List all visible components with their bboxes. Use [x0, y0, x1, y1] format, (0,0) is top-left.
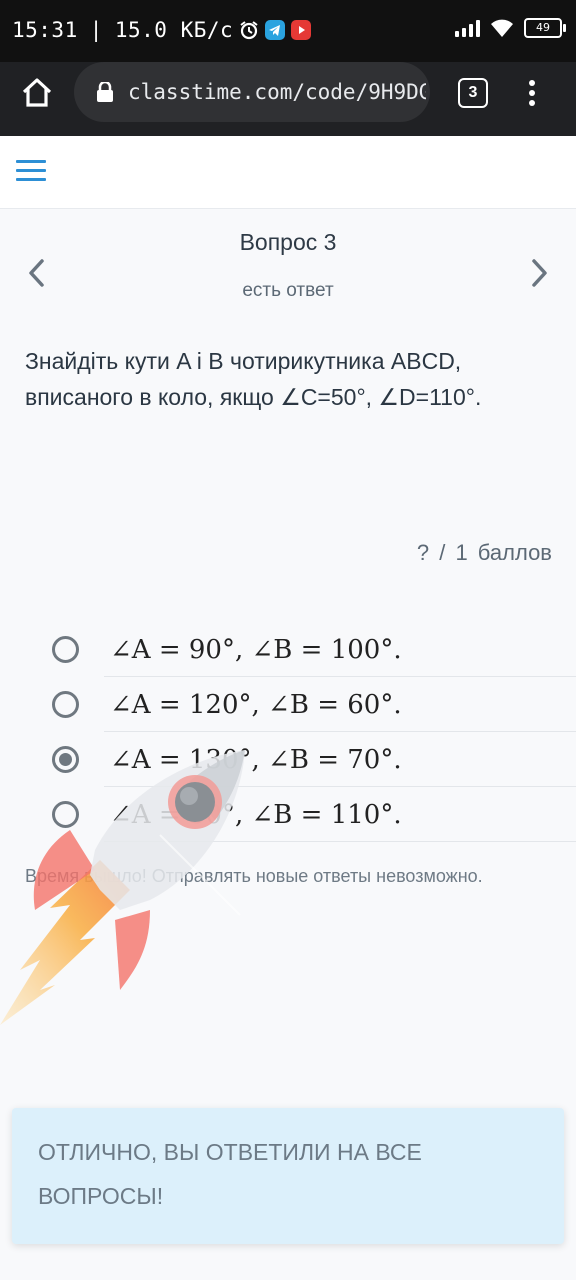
- signal-icon: [455, 19, 480, 37]
- status-bar: 15:31 | 15.0 КБ/с 49: [0, 0, 576, 62]
- question-title: Вопрос 3: [239, 229, 337, 255]
- answer-option-label: ∠A = 50°, ∠B = 110°.: [110, 800, 402, 830]
- wifi-icon: [491, 19, 513, 37]
- home-icon[interactable]: [20, 76, 54, 110]
- time-up-message: Время вышло! Отправлять новые ответы нев…: [25, 866, 483, 886]
- radio-button[interactable]: [52, 801, 79, 828]
- browser-toolbar: classtime.com/code/9H9DG8/ 3: [0, 62, 576, 136]
- lock-icon: [97, 82, 113, 102]
- success-toast: ОТЛИЧНО, ВЫ ОТВЕТИЛИ НА ВСЕ ВОПРОСЫ!: [12, 1108, 564, 1244]
- answer-option-label: ∠A = 130°, ∠B = 70°.: [110, 745, 402, 775]
- option-divider: [104, 841, 576, 842]
- answer-option[interactable]: ∠A = 50°, ∠B = 110°.: [0, 787, 576, 842]
- radio-button-selected[interactable]: [52, 746, 79, 773]
- more-vert-icon[interactable]: [524, 76, 540, 110]
- question-text: Знайдіть кути A і B чотирикутника ABCD, …: [25, 348, 482, 410]
- status-separator: |: [89, 18, 103, 42]
- hamburger-menu-icon[interactable]: [16, 160, 46, 184]
- status-left: 15:31 | 15.0 КБ/с: [12, 18, 312, 42]
- toast-message: ОТЛИЧНО, ВЫ ОТВЕТИЛИ НА ВСЕ ВОПРОСЫ!: [38, 1139, 422, 1209]
- address-bar[interactable]: classtime.com/code/9H9DG8/: [74, 62, 430, 122]
- tabs-icon[interactable]: 3: [458, 78, 488, 108]
- question-status: есть ответ: [242, 280, 334, 301]
- status-right: 49: [455, 18, 566, 38]
- answer-option-label: ∠A = 120°, ∠B = 60°.: [110, 690, 402, 720]
- battery-icon: 49: [524, 18, 566, 38]
- app-header: [0, 136, 576, 209]
- answer-options: ∠A = 90°, ∠B = 100°. ∠A = 120°, ∠B = 60°…: [0, 622, 576, 842]
- alarm-icon: [240, 21, 258, 40]
- radio-button[interactable]: [52, 636, 79, 663]
- answer-option[interactable]: ∠A = 90°, ∠B = 100°.: [0, 622, 576, 677]
- points-label: ? / 1 баллов: [416, 540, 552, 565]
- radio-button[interactable]: [52, 691, 79, 718]
- chevron-right-icon[interactable]: [524, 256, 554, 290]
- answer-option-label: ∠A = 90°, ∠B = 100°.: [110, 635, 402, 665]
- youtube-icon: [291, 20, 312, 40]
- answer-option[interactable]: ∠A = 120°, ∠B = 60°.: [0, 677, 576, 732]
- url-text[interactable]: classtime.com/code/9H9DG8/: [128, 80, 426, 104]
- telegram-icon: [265, 20, 286, 40]
- network-speed: 15.0 КБ/с: [114, 18, 234, 42]
- status-time: 15:31: [12, 18, 78, 42]
- answer-option[interactable]: ∠A = 130°, ∠B = 70°.: [0, 732, 576, 787]
